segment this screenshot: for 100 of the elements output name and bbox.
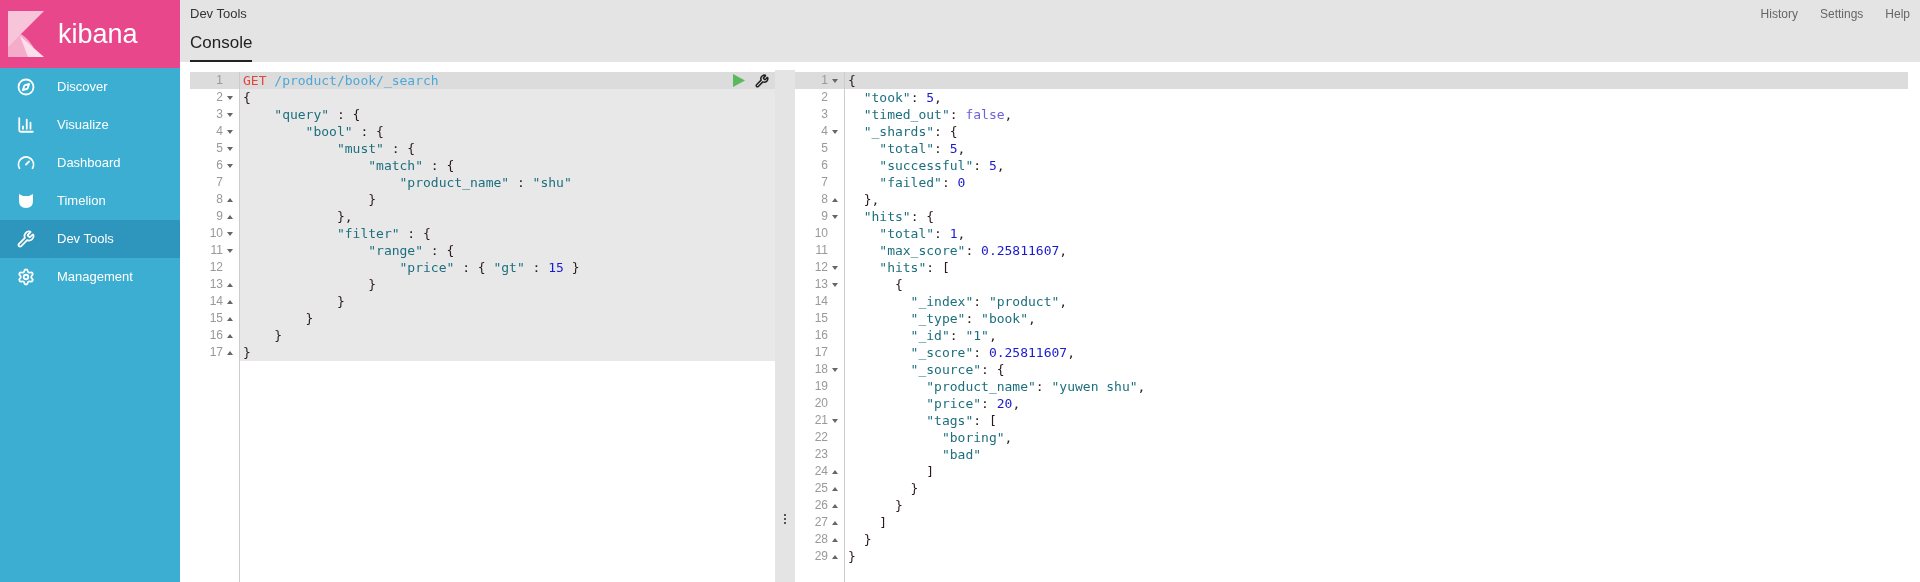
fold-icon[interactable]: [831, 197, 838, 202]
line-number: 3: [216, 106, 223, 123]
line-number: 12: [209, 259, 223, 276]
fold-icon[interactable]: [226, 248, 233, 253]
line-number: 11: [815, 242, 828, 259]
bar-chart-icon: [17, 116, 35, 134]
fold-icon[interactable]: [831, 367, 838, 372]
fold-icon[interactable]: [226, 129, 233, 134]
fold-icon[interactable]: [226, 95, 233, 100]
fold-icon[interactable]: [831, 282, 838, 287]
line-number: 8: [216, 191, 223, 208]
line-number: 15: [814, 310, 828, 327]
fold-icon[interactable]: [831, 129, 838, 134]
fold-icon[interactable]: [831, 418, 838, 423]
code-line: {: [893, 276, 903, 293]
code-line: "timed_out": false,: [862, 106, 1013, 123]
code-line: }: [862, 531, 872, 548]
code-line: },: [335, 208, 353, 225]
animal-head-icon: [17, 193, 35, 209]
gear-icon: [17, 268, 35, 286]
fold-icon[interactable]: [831, 520, 838, 525]
fold-icon[interactable]: [831, 486, 838, 491]
nav-item[interactable]: Timelion: [0, 182, 180, 220]
line-number: 1: [216, 72, 223, 89]
code-line: "_index": "product",: [909, 293, 1068, 310]
line-number: 29: [814, 548, 828, 565]
code-line: }: [848, 548, 856, 565]
wrench-icon[interactable]: [755, 73, 769, 88]
code-line: "must" : {: [335, 140, 416, 157]
fold-icon[interactable]: [226, 197, 233, 202]
fold-icon[interactable]: [831, 554, 838, 559]
fold-icon[interactable]: [226, 146, 233, 151]
line-number: 2: [216, 89, 223, 106]
compass-icon: [17, 78, 35, 96]
fold-icon[interactable]: [831, 503, 838, 508]
line-number: 9: [821, 208, 828, 225]
nav-item[interactable]: Management: [0, 258, 180, 296]
line-number: 5: [821, 140, 828, 157]
line-number: 7: [216, 174, 223, 191]
code-line: }: [367, 191, 377, 208]
nav-item[interactable]: Dev Tools: [0, 220, 180, 258]
header-link[interactable]: Settings: [1819, 5, 1864, 23]
fold-icon[interactable]: [226, 231, 233, 236]
resize-handle-icon[interactable]: [784, 514, 786, 524]
code-line: }: [335, 293, 345, 310]
fold-icon[interactable]: [226, 333, 233, 338]
logo-icon: [8, 11, 46, 57]
line-number: 13: [209, 276, 223, 293]
gauge-icon: [17, 154, 35, 172]
header-link[interactable]: Help: [1885, 5, 1910, 23]
fold-icon[interactable]: [226, 350, 233, 355]
code-line: "hits": {: [862, 208, 935, 225]
code-line: "boring",: [940, 429, 1013, 446]
code-line: "total": 5,: [878, 140, 966, 157]
fold-icon[interactable]: [226, 214, 233, 219]
code-line: "_shards": {: [862, 123, 958, 140]
nav-item[interactable]: Dashboard: [0, 144, 180, 182]
code-line: "hits": [: [878, 259, 950, 276]
nav-item[interactable]: Visualize: [0, 106, 180, 144]
line-number: 10: [209, 225, 223, 242]
fold-icon[interactable]: [226, 112, 233, 117]
fold-icon[interactable]: [831, 78, 838, 83]
line-number: 7: [821, 174, 828, 191]
line-number: 14: [209, 293, 223, 310]
code-line: "_id": "1",: [909, 327, 997, 344]
line-number: 21: [814, 412, 828, 429]
line-number: 8: [821, 191, 828, 208]
fold-icon[interactable]: [831, 537, 838, 542]
code-line: "total": 1,: [878, 225, 966, 242]
code-line: "product_name" : "shu": [398, 174, 572, 191]
line-number: 27: [814, 514, 828, 531]
line-number: 5: [216, 140, 223, 157]
wrench-icon: [17, 230, 35, 248]
code-line: "max_score": 0.25811607,: [878, 242, 1068, 259]
line-number: 4: [216, 123, 223, 140]
line-number: 26: [814, 497, 828, 514]
fold-icon[interactable]: [831, 214, 838, 219]
fold-icon[interactable]: [226, 299, 233, 304]
line-number: 18: [814, 361, 828, 378]
line-number: 16: [209, 327, 223, 344]
code-line: "bool" : {: [304, 123, 384, 140]
line-number: 9: [216, 208, 223, 225]
fold-icon[interactable]: [226, 282, 233, 287]
fold-icon[interactable]: [226, 316, 233, 321]
line-number: 17: [814, 344, 828, 361]
line-number: 25: [814, 480, 828, 497]
header-link[interactable]: History: [1760, 5, 1798, 23]
nav-item[interactable]: Discover: [0, 68, 180, 106]
code-line: {: [848, 72, 856, 89]
fold-icon[interactable]: [831, 469, 838, 474]
line-number: 16: [814, 327, 828, 344]
code-line: {: [243, 89, 251, 106]
line-number: 28: [814, 531, 828, 548]
line-number: 6: [216, 157, 223, 174]
fold-icon[interactable]: [831, 265, 838, 270]
fold-icon[interactable]: [226, 163, 233, 168]
line-number: 17: [209, 344, 223, 361]
code-line: "range" : {: [367, 242, 455, 259]
line-number: 24: [814, 463, 828, 480]
code-line: "query" : {: [273, 106, 361, 123]
